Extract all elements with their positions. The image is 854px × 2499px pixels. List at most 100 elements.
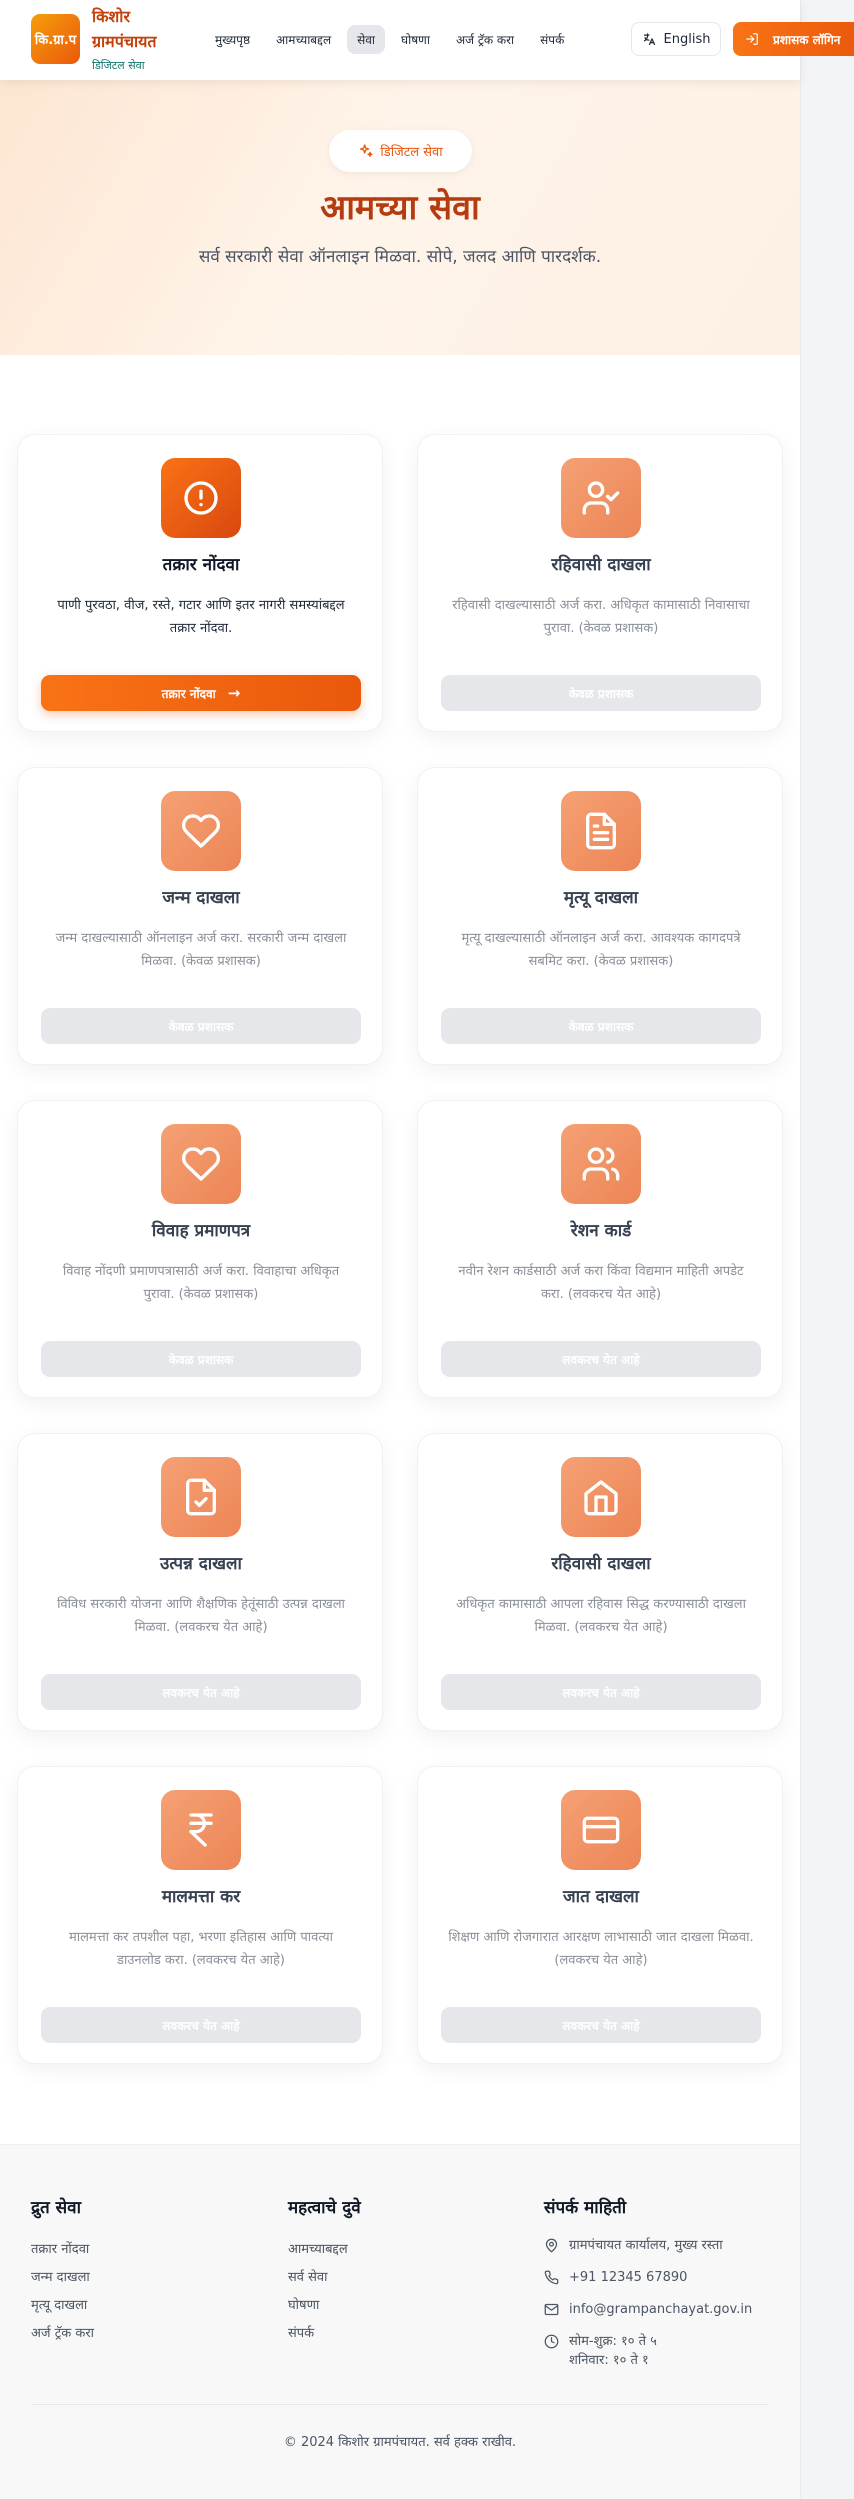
service-description: मालमत्ता कर तपशील पहा, भरणा इतिहास आणि प… <box>68 1930 334 1968</box>
nav-services[interactable]: सेवा <box>347 25 386 54</box>
main-nav: मुख्यपृष्ठ आमच्याबद्दल सेवा घोषणा अर्ज ट… <box>205 25 580 54</box>
coming-soon-button[interactable]: लवकरच येत आहे <box>41 1674 361 1710</box>
service-title: उत्पन्न दाखला <box>160 1554 242 1574</box>
hours-weekday: सोम-शुक्र: १० ते ५ <box>569 2334 657 2349</box>
admin-login-button[interactable]: प्रशासक लॉगिन <box>733 22 854 56</box>
phone-text: +91 12345 67890 <box>569 2270 688 2285</box>
button-label: तक्रार नोंदवा <box>161 686 216 701</box>
service-card-ration: रेशन कार्ड नवीन रेशन कार्डसाठी अर्ज करा … <box>417 1100 783 1398</box>
document-icon <box>561 791 641 871</box>
service-description: विवाह नोंदणी प्रमाणपत्रासाठी अर्ज करा. व… <box>62 1264 340 1302</box>
rupee-icon <box>161 1790 241 1870</box>
service-description: रहिवासी दाखल्यासाठी अर्ज करा. अधिकृत काम… <box>452 598 750 636</box>
heart-icon <box>161 1124 241 1204</box>
footer-link[interactable]: जन्म दाखला <box>31 2264 94 2292</box>
service-description: पाणी पुरवठा, वीज, रस्ते, गटार आणि इतर ना… <box>57 598 345 636</box>
service-title: रेशन कार्ड <box>570 1221 632 1241</box>
service-title: तक्रार नोंदवा <box>162 555 240 575</box>
service-card-birth: जन्म दाखला जन्म दाखल्यासाठी ऑनलाइन अर्ज … <box>17 767 383 1065</box>
page-title: आमच्या सेवा <box>320 188 480 228</box>
footer-phone[interactable]: +91 12345 67890 <box>544 2268 752 2300</box>
service-title: जात दाखला <box>563 1887 639 1907</box>
footer-link[interactable]: तक्रार नोंदवा <box>31 2236 94 2264</box>
hero-section: डिजिटल सेवा आमच्या सेवा सर्व सरकारी सेवा… <box>0 80 800 355</box>
footer-heading: द्रुत सेवा <box>31 2198 81 2218</box>
nav-contact[interactable]: संपर्क <box>530 25 574 54</box>
file-check-icon <box>161 1457 241 1537</box>
footer-hours: सोम-शुक्र: १० ते ५ शनिवार: १० ते १ <box>544 2332 752 2370</box>
page-subtitle: सर्व सरकारी सेवा ऑनलाइन मिळवा. सोपे, जलद… <box>198 247 602 267</box>
users-icon <box>561 1124 641 1204</box>
footer-link[interactable]: संपर्क <box>288 2320 361 2348</box>
hero-badge: डिजिटल सेवा <box>329 130 472 172</box>
service-card-domicile: रहिवासी दाखला अधिकृत कामासाठी आपला रहिवा… <box>417 1433 783 1731</box>
service-card-residence: रहिवासी दाखला रहिवासी दाखल्यासाठी अर्ज क… <box>417 434 783 732</box>
alert-circle-icon <box>161 458 241 538</box>
footer-heading: महत्वाचे दुवे <box>288 2198 361 2218</box>
footer-contact-info: संपर्क माहिती ग्रामपंचायत कार्यालय, मुख्… <box>544 2195 752 2370</box>
user-check-icon <box>561 458 641 538</box>
coming-soon-button[interactable]: लवकरच येत आहे <box>41 2007 361 2043</box>
footer-important-links: महत्वाचे दुवे आमच्याबद्दल सर्व सेवा घोषण… <box>288 2195 361 2348</box>
site-subtitle: डिजिटल सेवा <box>92 59 145 72</box>
service-card-marriage: विवाह प्रमाणपत्र विवाह नोंदणी प्रमाणपत्र… <box>17 1100 383 1398</box>
service-description: मृत्यू दाखल्यासाठी ऑनलाइन अर्ज करा. आवश्… <box>461 931 741 969</box>
site-header: कि.ग्रा.प किशोर ग्रामपंचायत डिजिटल सेवा … <box>0 0 854 80</box>
admin-only-button[interactable]: केवळ प्रशासक <box>41 1341 361 1377</box>
service-description: विविध सरकारी योजना आणि शैक्षणिक हेतूंसाठ… <box>57 1597 345 1635</box>
service-title: रहिवासी दाखला <box>551 1554 651 1574</box>
footer-email[interactable]: info@grampanchayat.gov.in <box>544 2300 752 2332</box>
arrow-right-icon: → <box>227 684 241 702</box>
copyright-text: © 2024 किशोर ग्रामपंचायत. सर्व हक्क राखी… <box>283 2435 517 2450</box>
footer-link[interactable]: सर्व सेवा <box>288 2264 361 2292</box>
card-icon <box>561 1790 641 1870</box>
login-icon <box>746 33 758 45</box>
coming-soon-button[interactable]: लवकरच येत आहे <box>441 2007 761 2043</box>
service-title: मृत्यू दाखला <box>563 888 639 908</box>
footer-link[interactable]: अर्ज ट्रॅक करा <box>31 2320 94 2348</box>
footer-heading: संपर्क माहिती <box>544 2198 627 2218</box>
file-complaint-button[interactable]: तक्रार नोंदवा → <box>41 675 361 711</box>
service-card-complaint: तक्रार नोंदवा पाणी पुरवठा, वीज, रस्ते, ग… <box>17 434 383 732</box>
hero-badge-label: डिजिटल सेवा <box>380 145 443 160</box>
email-text: info@grampanchayat.gov.in <box>569 2302 753 2317</box>
service-card-caste: जात दाखला शिक्षण आणि रोजगारात आरक्षण लाभ… <box>417 1766 783 2064</box>
service-description: अधिकृत कामासाठी आपला रहिवास सिद्ध करण्या… <box>456 1597 746 1635</box>
admin-only-button[interactable]: केवळ प्रशासक <box>441 675 761 711</box>
phone-icon <box>544 2270 559 2285</box>
scrollbar-gutter[interactable] <box>800 0 854 2499</box>
footer-address: ग्रामपंचायत कार्यालय, मुख्य रस्ता <box>544 2236 752 2268</box>
service-card-income: उत्पन्न दाखला विविध सरकारी योजना आणि शैक… <box>17 1433 383 1731</box>
clock-icon <box>544 2334 559 2349</box>
admin-only-button[interactable]: केवळ प्रशासक <box>41 1008 361 1044</box>
service-description: शिक्षण आणि रोजगारात आरक्षण लाभासाठी जात … <box>448 1930 754 1968</box>
service-card-death: मृत्यू दाखला मृत्यू दाखल्यासाठी ऑनलाइन अ… <box>417 767 783 1065</box>
logo-badge[interactable]: कि.ग्रा.प <box>31 14 80 64</box>
hours-saturday: शनिवार: १० ते १ <box>569 2353 649 2368</box>
heart-icon <box>161 791 241 871</box>
nav-about[interactable]: आमच्याबद्दल <box>266 25 341 54</box>
service-title: मालमत्ता कर <box>161 1887 241 1907</box>
nav-home[interactable]: मुख्यपृष्ठ <box>205 25 260 54</box>
language-toggle-button[interactable]: English <box>631 22 721 56</box>
footer-link[interactable]: मृत्यू दाखला <box>31 2292 94 2320</box>
admin-only-button[interactable]: केवळ प्रशासक <box>441 1008 761 1044</box>
site-title[interactable]: किशोर ग्रामपंचायत <box>92 4 192 54</box>
coming-soon-button[interactable]: लवकरच येत आहे <box>441 1341 761 1377</box>
language-label: English <box>663 31 711 47</box>
footer-divider <box>31 2404 769 2405</box>
service-description: जन्म दाखल्यासाठी ऑनलाइन अर्ज करा. सरकारी… <box>55 931 347 969</box>
sparkles-icon <box>360 144 374 157</box>
nav-track-application[interactable]: अर्ज ट्रॅक करा <box>446 25 524 54</box>
service-card-property-tax: मालमत्ता कर मालमत्ता कर तपशील पहा, भरणा … <box>17 1766 383 2064</box>
map-pin-icon <box>545 2238 558 2253</box>
footer-link[interactable]: घोषणा <box>288 2292 361 2320</box>
mail-icon <box>544 2303 559 2316</box>
nav-announcements[interactable]: घोषणा <box>391 25 440 54</box>
address-text: ग्रामपंचायत कार्यालय, मुख्य रस्ता <box>569 2238 723 2253</box>
site-footer: द्रुत सेवा तक्रार नोंदवा जन्म दाखला मृत्… <box>0 2144 800 2499</box>
service-title: जन्म दाखला <box>162 888 240 908</box>
footer-link[interactable]: आमच्याबद्दल <box>288 2236 361 2264</box>
translate-icon <box>643 32 655 45</box>
coming-soon-button[interactable]: लवकरच येत आहे <box>441 1674 761 1710</box>
